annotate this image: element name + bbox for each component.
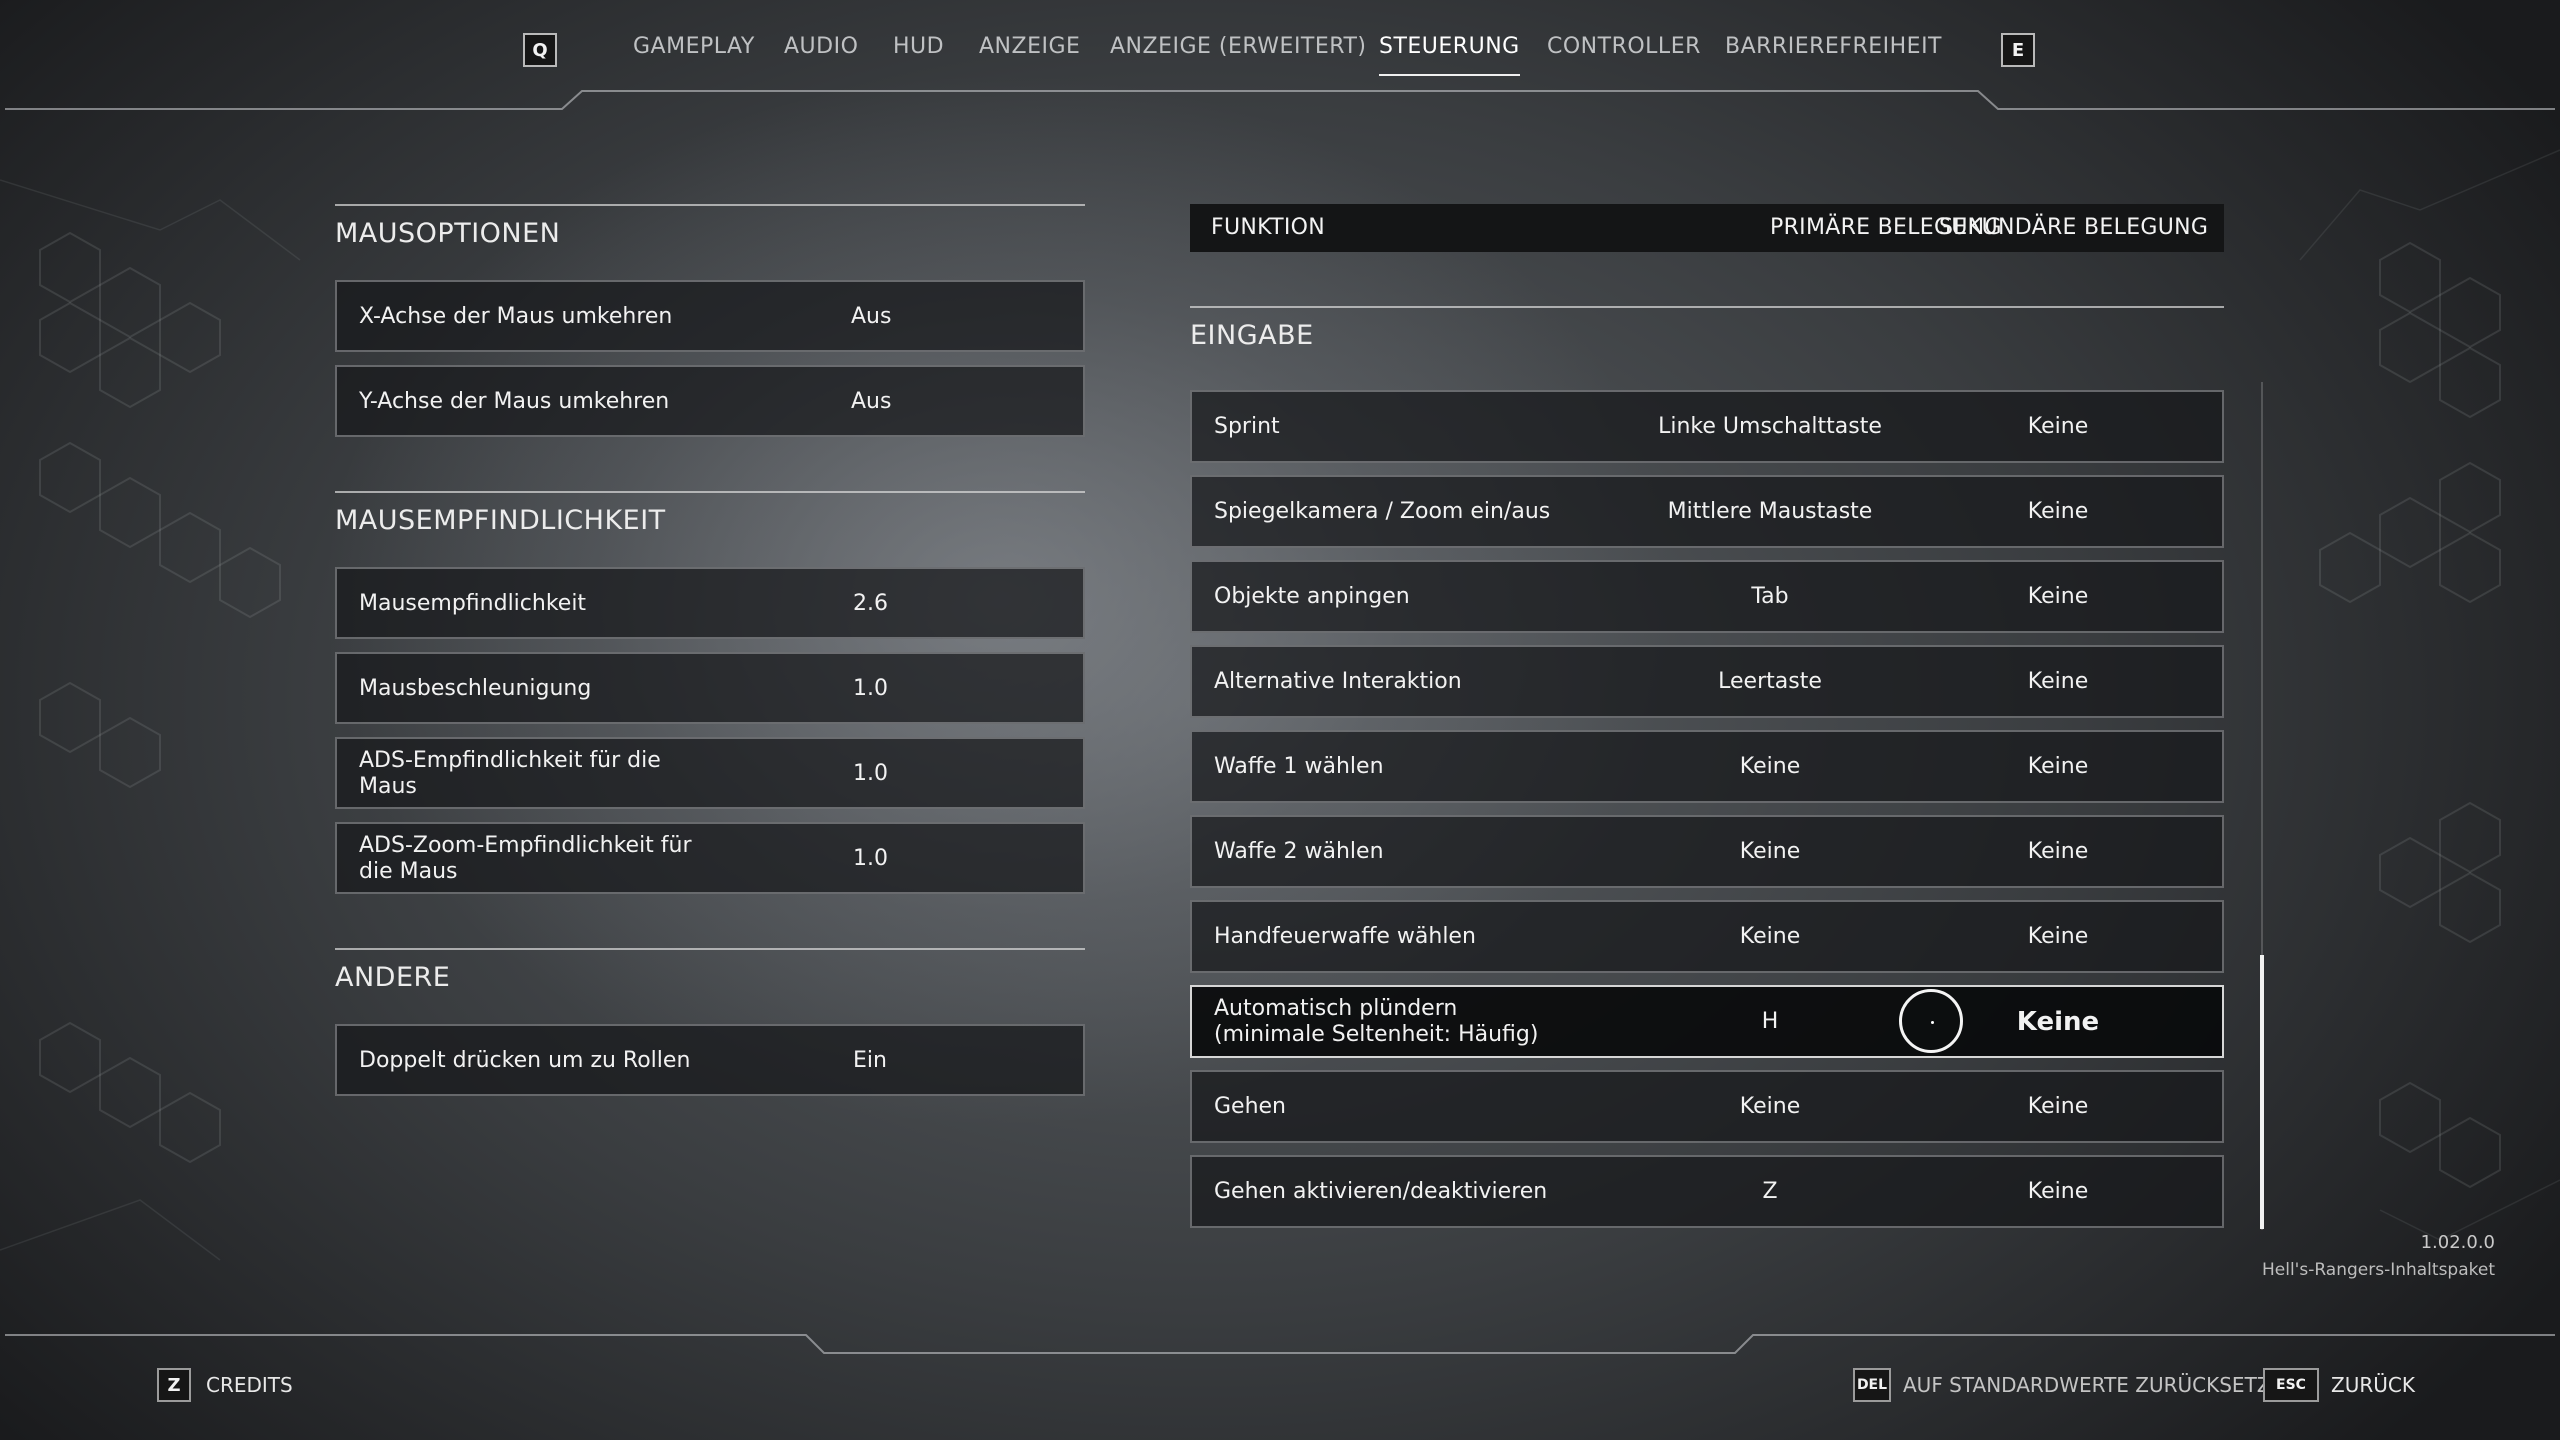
keybind-function: Sprint (1214, 414, 1280, 439)
setting-value: Aus (851, 304, 892, 329)
keybind-function: Spiegelkamera / Zoom ein/aus (1214, 499, 1551, 524)
keybind-primary[interactable]: H (1762, 1009, 1779, 1034)
keybind-function: Gehen (1214, 1094, 1287, 1119)
keybind-row-walk[interactable]: Gehen Keine Keine (1190, 1070, 2224, 1143)
keybind-row-weapon-1[interactable]: Waffe 1 wählen Keine Keine (1190, 730, 2224, 803)
keybind-row-sidearm[interactable]: Handfeuerwaffe wählen Keine Keine (1190, 900, 2224, 973)
keybind-primary[interactable]: Z (1762, 1179, 1777, 1204)
keybind-secondary[interactable]: Keine (2017, 1007, 2099, 1037)
setting-label: Doppelt drücken um zu Rollen (359, 1048, 691, 1073)
keybind-function: Waffe 1 wählen (1214, 754, 1384, 779)
section-title-andere: ANDERE (335, 962, 451, 993)
setting-value: Ein (853, 1048, 887, 1073)
setting-label: ADS-Zoom-Empfindlichkeit für (359, 833, 692, 858)
keybind-primary[interactable]: Keine (1740, 924, 1800, 949)
keybind-secondary[interactable]: Keine (2028, 1179, 2088, 1204)
setting-label: Mausempfindlichkeit (359, 591, 587, 616)
top-navigation: Q GAMEPLAY AUDIO HUD ANZEIGE ANZEIGE (ER… (0, 0, 2560, 110)
tab-hud[interactable]: HUD (893, 34, 944, 59)
keybind-row-weapon-2[interactable]: Waffe 2 wählen Keine Keine (1190, 815, 2224, 888)
reset-defaults-button[interactable]: AUF STANDARDWERTE ZURÜCKSETZEN (1903, 1373, 2298, 1397)
setting-value: 1.0 (853, 846, 888, 871)
setting-label: X-Achse der Maus umkehren (359, 304, 673, 329)
setting-label: ADS-Empfindlichkeit für die (359, 748, 661, 773)
setting-row-invert-x[interactable]: X-Achse der Maus umkehren Aus (335, 280, 1085, 352)
keybind-row-auto-loot[interactable]: Automatisch plündern (minimale Seltenhei… (1190, 985, 2224, 1058)
keybind-function: Alternative Interaktion (1214, 669, 1462, 694)
section-title-mausempfindlichkeit: MAUSEMPFINDLICHKEIT (335, 505, 666, 536)
setting-value: 1.0 (853, 676, 888, 701)
setting-label-line2: Maus (359, 774, 417, 799)
section-divider (335, 204, 1085, 206)
keybind-secondary[interactable]: Keine (2028, 839, 2088, 864)
keybind-secondary[interactable]: Keine (2028, 1094, 2088, 1119)
setting-value: Aus (851, 389, 892, 414)
section-divider (335, 948, 1085, 950)
tab-gameplay[interactable]: GAMEPLAY (633, 34, 755, 59)
keybind-secondary[interactable]: Keine (2028, 584, 2088, 609)
setting-label-line2: die Maus (359, 859, 458, 884)
keybind-function: Waffe 2 wählen (1214, 839, 1384, 864)
keybind-secondary[interactable]: Keine (2028, 754, 2088, 779)
keybind-primary[interactable]: Tab (1751, 584, 1788, 609)
keybind-primary[interactable]: Keine (1740, 1094, 1800, 1119)
tab-steuerung[interactable]: STEUERUNG (1379, 34, 1520, 76)
keybind-row-mirror-camera[interactable]: Spiegelkamera / Zoom ein/aus Mittlere Ma… (1190, 475, 2224, 548)
version-label: 1.02.0.0 (2420, 1232, 2495, 1253)
cursor-dot (1931, 1021, 1934, 1024)
keybind-row-sprint[interactable]: Sprint Linke Umschalttaste Keine (1190, 390, 2224, 463)
section-title-mausoptionen: MAUSOPTIONEN (335, 218, 561, 249)
back-key[interactable]: ESC (2263, 1368, 2319, 1402)
setting-row-double-tap-roll[interactable]: Doppelt drücken um zu Rollen Ein (335, 1024, 1085, 1096)
setting-row-invert-y[interactable]: Y-Achse der Maus umkehren Aus (335, 365, 1085, 437)
header-function: FUNKTION (1211, 215, 1326, 240)
keybind-function: Handfeuerwaffe wählen (1214, 924, 1476, 949)
keybind-row-walk-toggle[interactable]: Gehen aktivieren/deaktivieren Z Keine (1190, 1155, 2224, 1228)
keybind-primary[interactable]: Keine (1740, 839, 1800, 864)
setting-row-ads-zoom-sensitivity[interactable]: ADS-Zoom-Empfindlichkeit für die Maus 1.… (335, 822, 1085, 894)
keybind-secondary[interactable]: Keine (2028, 499, 2088, 524)
tab-audio[interactable]: AUDIO (784, 34, 858, 59)
dlc-label: Hell's-Rangers-Inhaltspaket (2261, 1260, 2495, 1280)
keybind-row-alt-interaction[interactable]: Alternative Interaktion Leertaste Keine (1190, 645, 2224, 718)
keybind-primary[interactable]: Keine (1740, 754, 1800, 779)
keybind-primary[interactable]: Mittlere Maustaste (1668, 499, 1873, 524)
keybind-function: Gehen aktivieren/deaktivieren (1214, 1179, 1548, 1204)
section-divider (335, 491, 1085, 493)
setting-value: 1.0 (853, 761, 888, 786)
keybind-primary[interactable]: Linke Umschalttaste (1658, 414, 1882, 439)
setting-row-mouse-acceleration[interactable]: Mausbeschleunigung 1.0 (335, 652, 1085, 724)
keybind-function-line2: (minimale Seltenheit: Häufig) (1214, 1022, 1539, 1047)
keybind-function: Automatisch plündern (1214, 996, 1458, 1021)
keybind-secondary[interactable]: Keine (2028, 414, 2088, 439)
section-divider (1190, 306, 2224, 308)
back-button[interactable]: ZURÜCK (2331, 1373, 2415, 1397)
scrollbar-thumb[interactable] (2260, 955, 2264, 1229)
credits-key[interactable]: Z (157, 1368, 191, 1402)
keybind-primary[interactable]: Leertaste (1718, 669, 1822, 694)
setting-value: 2.6 (853, 591, 888, 616)
next-tab-key[interactable]: E (2001, 33, 2035, 67)
setting-row-ads-sensitivity[interactable]: ADS-Empfindlichkeit für die Maus 1.0 (335, 737, 1085, 809)
section-title-eingabe: EINGABE (1190, 320, 1314, 351)
tab-anzeige-erweitert[interactable]: ANZEIGE (ERWEITERT) (1110, 34, 1366, 59)
reset-key[interactable]: DEL (1853, 1368, 1891, 1402)
keybind-secondary[interactable]: Keine (2028, 924, 2088, 949)
keybind-secondary[interactable]: Keine (2028, 669, 2088, 694)
keybindings-table-header: FUNKTION PRIMÄRE BELEGUNG SEKUNDÄRE BELE… (1190, 204, 2224, 252)
keybind-function: Objekte anpingen (1214, 584, 1410, 609)
setting-label: Y-Achse der Maus umkehren (359, 389, 670, 414)
tab-anzeige[interactable]: ANZEIGE (979, 34, 1080, 59)
tab-barrierefreiheit[interactable]: BARRIEREFREIHEIT (1725, 34, 1942, 59)
setting-label: Mausbeschleunigung (359, 676, 592, 701)
cursor-ring-icon (1899, 989, 1963, 1053)
setting-row-mouse-sensitivity[interactable]: Mausempfindlichkeit 2.6 (335, 567, 1085, 639)
header-secondary-binding: SEKUNDÄRE BELEGUNG (1939, 215, 2209, 240)
prev-tab-key[interactable]: Q (523, 33, 557, 67)
tab-controller[interactable]: CONTROLLER (1547, 34, 1701, 59)
credits-button[interactable]: CREDITS (206, 1373, 293, 1397)
keybind-row-ping-objects[interactable]: Objekte anpingen Tab Keine (1190, 560, 2224, 633)
